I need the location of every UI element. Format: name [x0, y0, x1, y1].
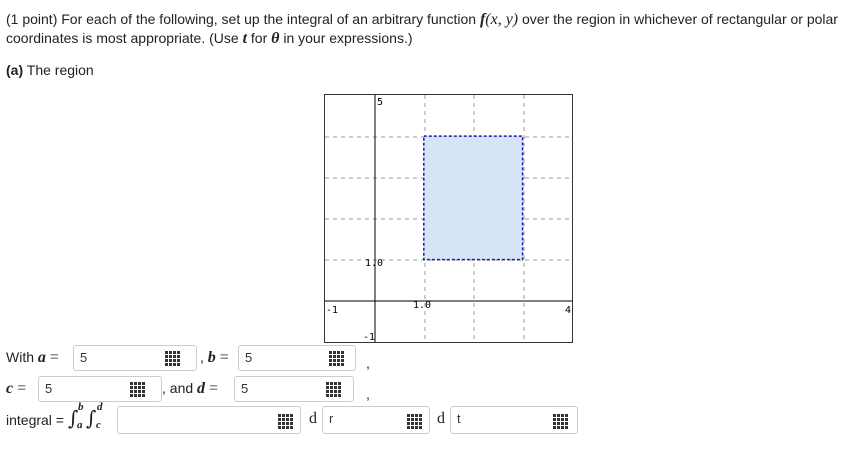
matrix-grid-icon [326, 382, 341, 397]
with-a-label: With a = [6, 349, 59, 366]
matrix-grid-icon [130, 382, 145, 397]
integral-label: integral = [6, 412, 64, 428]
matrix-grid-icon [553, 414, 568, 429]
c-label: c = [6, 380, 27, 397]
part-a-heading: (a) The region [6, 62, 94, 78]
problem-statement: (1 point) For each of the following, set… [6, 11, 838, 47]
matrix-grid-icon [407, 414, 422, 429]
matrix-grid-icon [165, 351, 180, 366]
tick-label-top-y: 5 [377, 97, 383, 108]
integrand-input[interactable] [117, 406, 301, 434]
a-matrix-icon[interactable] [162, 348, 182, 368]
d1-symbol: d [309, 410, 317, 427]
region-graph: 5 1.0 1.0 -1 4 -1 [324, 94, 573, 343]
tick-label-y-min: -1 [363, 332, 375, 342]
part-a-title: The region [23, 62, 94, 78]
tick-label-x-min: -1 [326, 305, 338, 316]
matrix-grid-icon [278, 414, 293, 429]
region-rectangle [423, 135, 524, 261]
b-matrix-icon[interactable] [326, 348, 346, 368]
d-matrix-icon[interactable] [323, 379, 343, 399]
tick-label-x-one: 1.0 [413, 300, 431, 311]
c-matrix-icon[interactable] [127, 379, 147, 399]
d-label: , and d = [162, 380, 219, 397]
tick-label-y-one: 1.0 [365, 258, 383, 269]
tick-label-x-max: 4 [565, 305, 571, 316]
region-graph-svg: 5 1.0 1.0 -1 4 -1 [325, 95, 572, 342]
row2-trailing-comma: , [366, 386, 370, 402]
variable-2-matrix-icon[interactable] [550, 411, 570, 431]
part-a-label: (a) [6, 62, 24, 78]
d2-symbol: d [437, 410, 445, 427]
integrand-matrix-icon[interactable] [275, 411, 295, 431]
b-label: , b = [200, 349, 229, 366]
variable-1-matrix-icon[interactable] [404, 411, 424, 431]
row1-trailing-comma: , [366, 355, 370, 371]
function-args: (x, y) [485, 11, 519, 28]
matrix-grid-icon [329, 351, 344, 366]
